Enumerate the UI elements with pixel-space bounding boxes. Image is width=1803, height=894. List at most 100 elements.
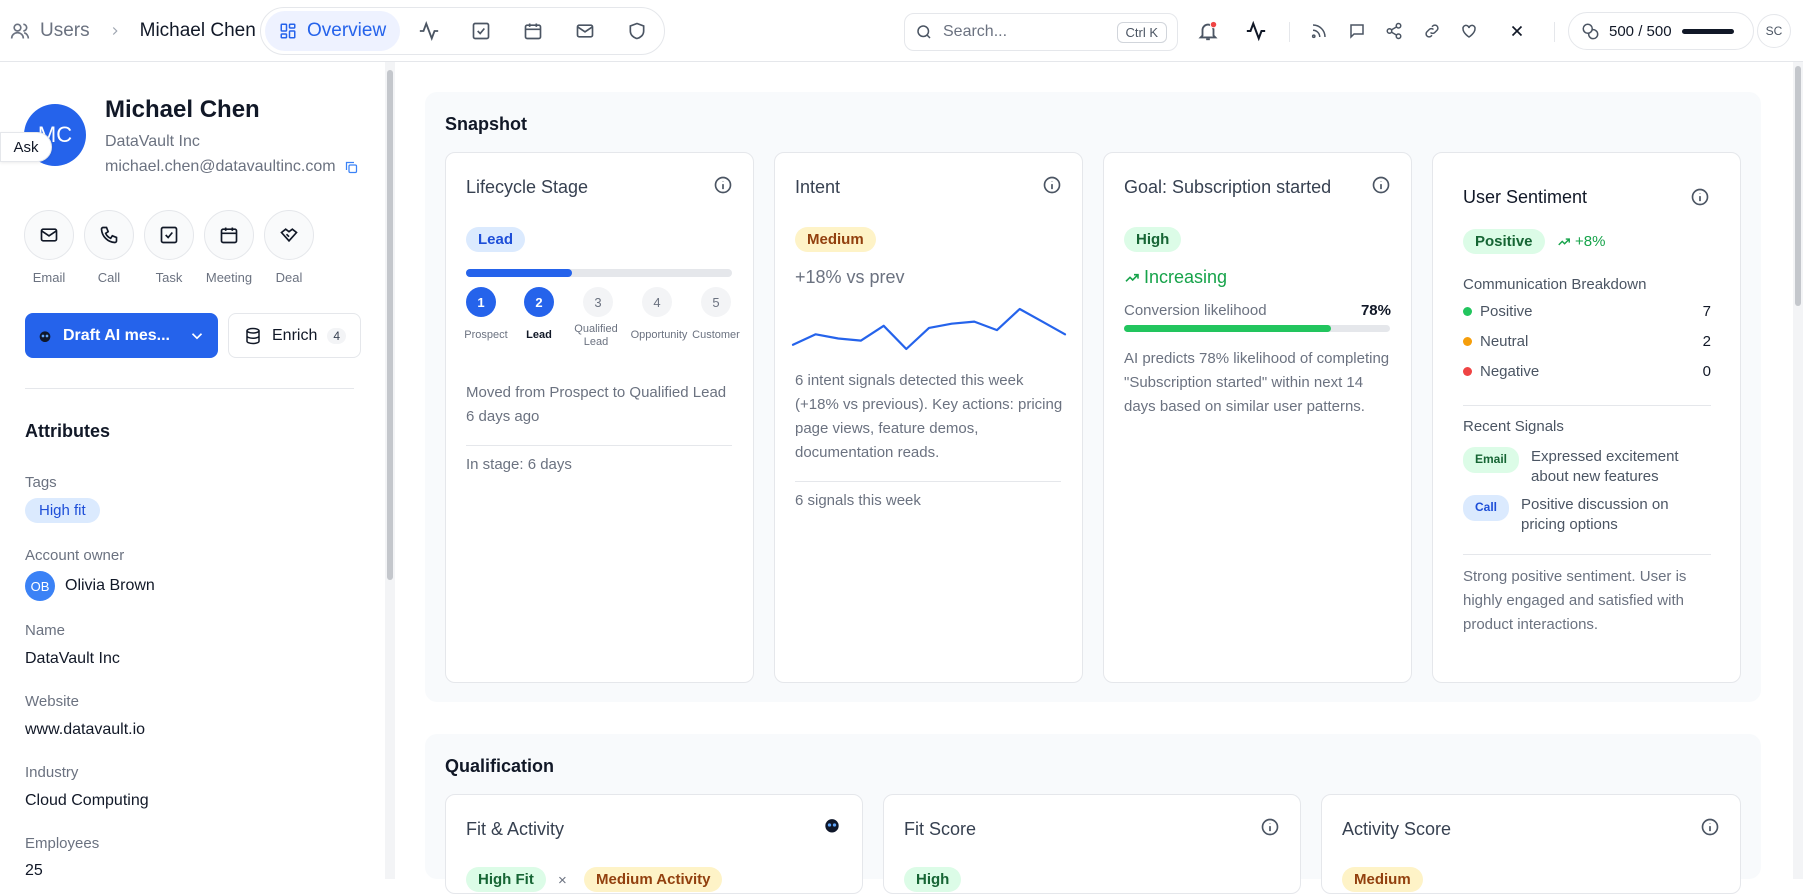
breakdown-positive: Positive 7 [1463, 303, 1711, 320]
info-icon[interactable] [1700, 817, 1720, 837]
call-action[interactable]: Call [84, 210, 134, 285]
goal-trend: Increasing [1124, 267, 1227, 288]
intent-title: Intent [795, 177, 841, 197]
info-icon[interactable] [1260, 817, 1280, 837]
tab-overview[interactable]: Overview [265, 11, 401, 51]
divider [466, 445, 732, 446]
message-icon [1348, 22, 1366, 40]
rss-icon [1310, 22, 1328, 40]
lifecycle-progress-bar [466, 269, 732, 277]
breadcrumb-users[interactable]: Users [40, 20, 90, 42]
intent-card: Intent Medium +18% vs prev 6 intent sign… [774, 152, 1083, 683]
activity-icon [418, 20, 440, 42]
divider [795, 481, 1061, 482]
tab-overview-label: Overview [307, 20, 387, 41]
activity-badge: Medium Activity [584, 867, 723, 892]
deal-action[interactable]: Deal [264, 210, 314, 285]
sentiment-title: User Sentiment [1463, 187, 1588, 207]
likelihood-value: 78% [1360, 302, 1391, 319]
profile-email-text: michael.chen@datavaultinc.com [105, 158, 336, 175]
owner-name: Olivia Brown [65, 577, 155, 594]
intent-description: 6 intent signals detected this week (+18… [795, 372, 1063, 461]
snapshot-heading: Snapshot [445, 114, 528, 134]
tab-calendar[interactable] [510, 11, 556, 51]
pulse-button[interactable] [1243, 18, 1269, 44]
toolbar-divider [1554, 22, 1555, 42]
favorite-button[interactable] [1456, 18, 1482, 44]
signal-type-badge: Email [1463, 447, 1520, 473]
signal-call[interactable]: Call Positive discussion on pricing opti… [1463, 495, 1671, 535]
employees-value[interactable]: 25 [25, 862, 43, 880]
orange-dot-icon [1463, 337, 1472, 346]
info-icon[interactable] [713, 175, 733, 195]
task-action-label: Task [155, 270, 183, 285]
fit-activity-separator: × [558, 872, 567, 889]
email-icon [24, 210, 74, 260]
ask-button[interactable]: Ask [0, 132, 52, 162]
user-avatar[interactable]: SC [1757, 14, 1791, 48]
meeting-action[interactable]: Meeting [204, 210, 254, 285]
breakdown-negative: Negative 0 [1463, 363, 1711, 380]
info-icon[interactable] [1371, 175, 1391, 195]
close-button[interactable] [1504, 18, 1530, 44]
tab-security[interactable] [614, 11, 660, 51]
fit-score-title: Fit Score [904, 819, 977, 839]
lifecycle-progress-fill [466, 269, 573, 277]
enrich-button[interactable]: Enrich 4 [228, 313, 361, 358]
enrich-count: 4 [327, 327, 347, 344]
shield-icon [627, 21, 647, 41]
signal-text: Positive discussion on pricing options [1521, 496, 1669, 533]
step-5: 5 [701, 287, 731, 317]
comment-button[interactable] [1344, 18, 1370, 44]
qualification-heading: Qualification [445, 756, 555, 776]
website-value[interactable]: www.datavault.io [25, 721, 145, 739]
feed-button[interactable] [1306, 18, 1332, 44]
mail-icon [575, 21, 595, 41]
signal-email[interactable]: Email Expressed excitement about new fea… [1463, 447, 1681, 487]
tab-mail[interactable] [562, 11, 608, 51]
sidebar-scrollbar-thumb[interactable] [387, 70, 393, 580]
calendar-icon [204, 210, 254, 260]
main-scrollbar-thumb[interactable] [1795, 66, 1801, 306]
signals-title: Recent Signals [1463, 418, 1564, 435]
sentiment-summary: Strong positive sentiment. User is highl… [1463, 568, 1687, 633]
tags-label: Tags [25, 474, 57, 491]
intent-sparkline-line [791, 307, 1067, 351]
attributes-heading: Attributes [25, 421, 110, 441]
step-1: 1 [466, 287, 496, 317]
goal-description: AI predicts 78% likelihood of completing… [1124, 350, 1390, 415]
intent-badge: Medium [795, 227, 876, 252]
tag-high-fit[interactable]: High fit [25, 498, 100, 523]
calendar-icon [523, 21, 543, 41]
draft-ai-message-button[interactable]: Draft AI mes... [25, 313, 218, 358]
tab-activity[interactable] [406, 11, 452, 51]
green-dot-icon [1463, 307, 1472, 316]
email-action[interactable]: Email [24, 210, 74, 285]
share-button[interactable] [1381, 18, 1407, 44]
bell-icon [1197, 20, 1219, 42]
notifications-button[interactable] [1195, 18, 1221, 44]
info-icon[interactable] [1042, 175, 1062, 195]
grid-icon [279, 22, 297, 40]
deal-action-label: Deal [275, 270, 303, 285]
divider [1463, 405, 1711, 406]
name-value[interactable]: DataVault Inc [25, 650, 120, 668]
lifecycle-footer: In stage: 6 days [466, 456, 572, 473]
tab-tasks[interactable] [458, 11, 504, 51]
website-label: Website [25, 693, 79, 710]
fit-badge: High Fit [466, 867, 546, 892]
chevron-down-icon[interactable] [188, 327, 206, 345]
divider [1463, 554, 1711, 555]
copy-icon[interactable] [344, 160, 359, 175]
fit-score-badge: High [904, 867, 962, 892]
credits-indicator[interactable]: 500 / 500 [1568, 12, 1754, 50]
copy-link-button[interactable] [1419, 18, 1445, 44]
lifecycle-title: Lifecycle Stage [466, 177, 589, 197]
info-icon[interactable] [1690, 187, 1710, 207]
search-input[interactable]: Search... Ctrl K [904, 13, 1178, 51]
account-owner[interactable]: OB Olivia Brown [25, 571, 155, 601]
task-action[interactable]: Task [144, 210, 194, 285]
industry-value[interactable]: Cloud Computing [25, 792, 149, 810]
robot-icon[interactable] [822, 815, 842, 835]
owner-avatar: OB [25, 571, 55, 601]
